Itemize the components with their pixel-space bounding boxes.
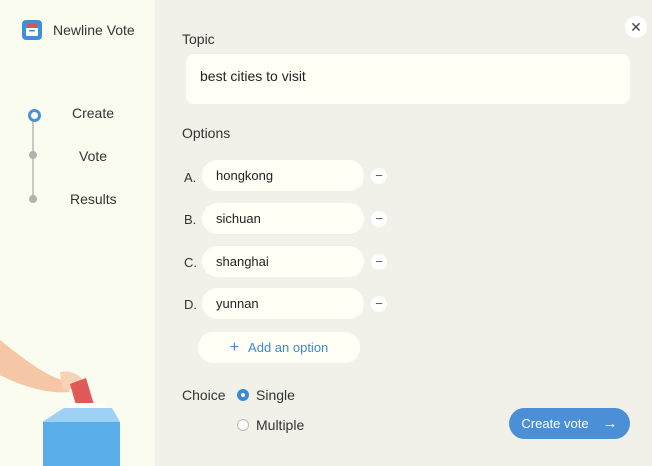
option-value-d: yunnan: [216, 296, 259, 311]
multiple-radio-label[interactable]: Multiple: [256, 417, 304, 433]
option-input-b[interactable]: sichuan: [202, 203, 364, 234]
single-radio-label[interactable]: Single: [256, 387, 295, 403]
step-label-results[interactable]: Results: [70, 191, 117, 207]
single-radio[interactable]: [237, 389, 249, 401]
topic-input[interactable]: best cities to visit: [186, 54, 630, 104]
step-dot-vote: [29, 151, 37, 159]
app-brand: Newline Vote: [22, 20, 135, 40]
arrow-right-icon: →: [602, 415, 618, 432]
topic-label: Topic: [182, 31, 215, 47]
choice-label: Choice: [182, 387, 226, 403]
step-label-vote[interactable]: Vote: [79, 148, 107, 164]
remove-option-b-button[interactable]: −: [371, 211, 387, 227]
ballot-icon: [22, 20, 42, 40]
minus-icon: −: [375, 168, 383, 183]
plus-icon: +: [229, 338, 240, 356]
remove-option-a-button[interactable]: −: [371, 168, 387, 184]
sidebar: Newline Vote Create Vote Results: [0, 0, 155, 466]
close-button[interactable]: ✕: [625, 16, 647, 38]
option-letter-b: B.: [184, 212, 197, 227]
step-dot-create: [28, 109, 41, 122]
add-option-button[interactable]: + Add an option: [198, 332, 360, 363]
option-letter-c: C.: [184, 255, 197, 270]
close-icon: ✕: [630, 18, 642, 35]
option-input-a[interactable]: hongkong: [202, 160, 364, 191]
app-title: Newline Vote: [53, 22, 135, 38]
ballot-box-illustration: [0, 340, 120, 466]
option-input-d[interactable]: yunnan: [202, 288, 364, 319]
topic-value: best cities to visit: [200, 68, 306, 84]
option-input-c[interactable]: shanghai: [202, 246, 364, 277]
option-value-b: sichuan: [216, 211, 261, 226]
option-letter-d: D.: [184, 297, 197, 312]
minus-icon: −: [375, 296, 383, 311]
option-value-a: hongkong: [216, 168, 274, 183]
create-vote-label: Create vote: [521, 416, 589, 431]
remove-option-d-button[interactable]: −: [371, 296, 387, 312]
main-panel: ✕ Topic best cities to visit Options A. …: [155, 0, 652, 466]
option-value-c: shanghai: [216, 254, 269, 269]
create-vote-button[interactable]: Create vote →: [509, 408, 630, 439]
vote-app-window: Newline Vote Create Vote Results ✕ Topic…: [0, 0, 652, 466]
option-letter-a: A.: [184, 170, 197, 185]
minus-icon: −: [375, 254, 383, 269]
minus-icon: −: [375, 211, 383, 226]
step-label-create[interactable]: Create: [72, 105, 114, 121]
options-label: Options: [182, 125, 231, 141]
add-option-label: Add an option: [248, 340, 329, 355]
remove-option-c-button[interactable]: −: [371, 254, 387, 270]
multiple-radio[interactable]: [237, 419, 249, 431]
step-dot-results: [29, 195, 37, 203]
